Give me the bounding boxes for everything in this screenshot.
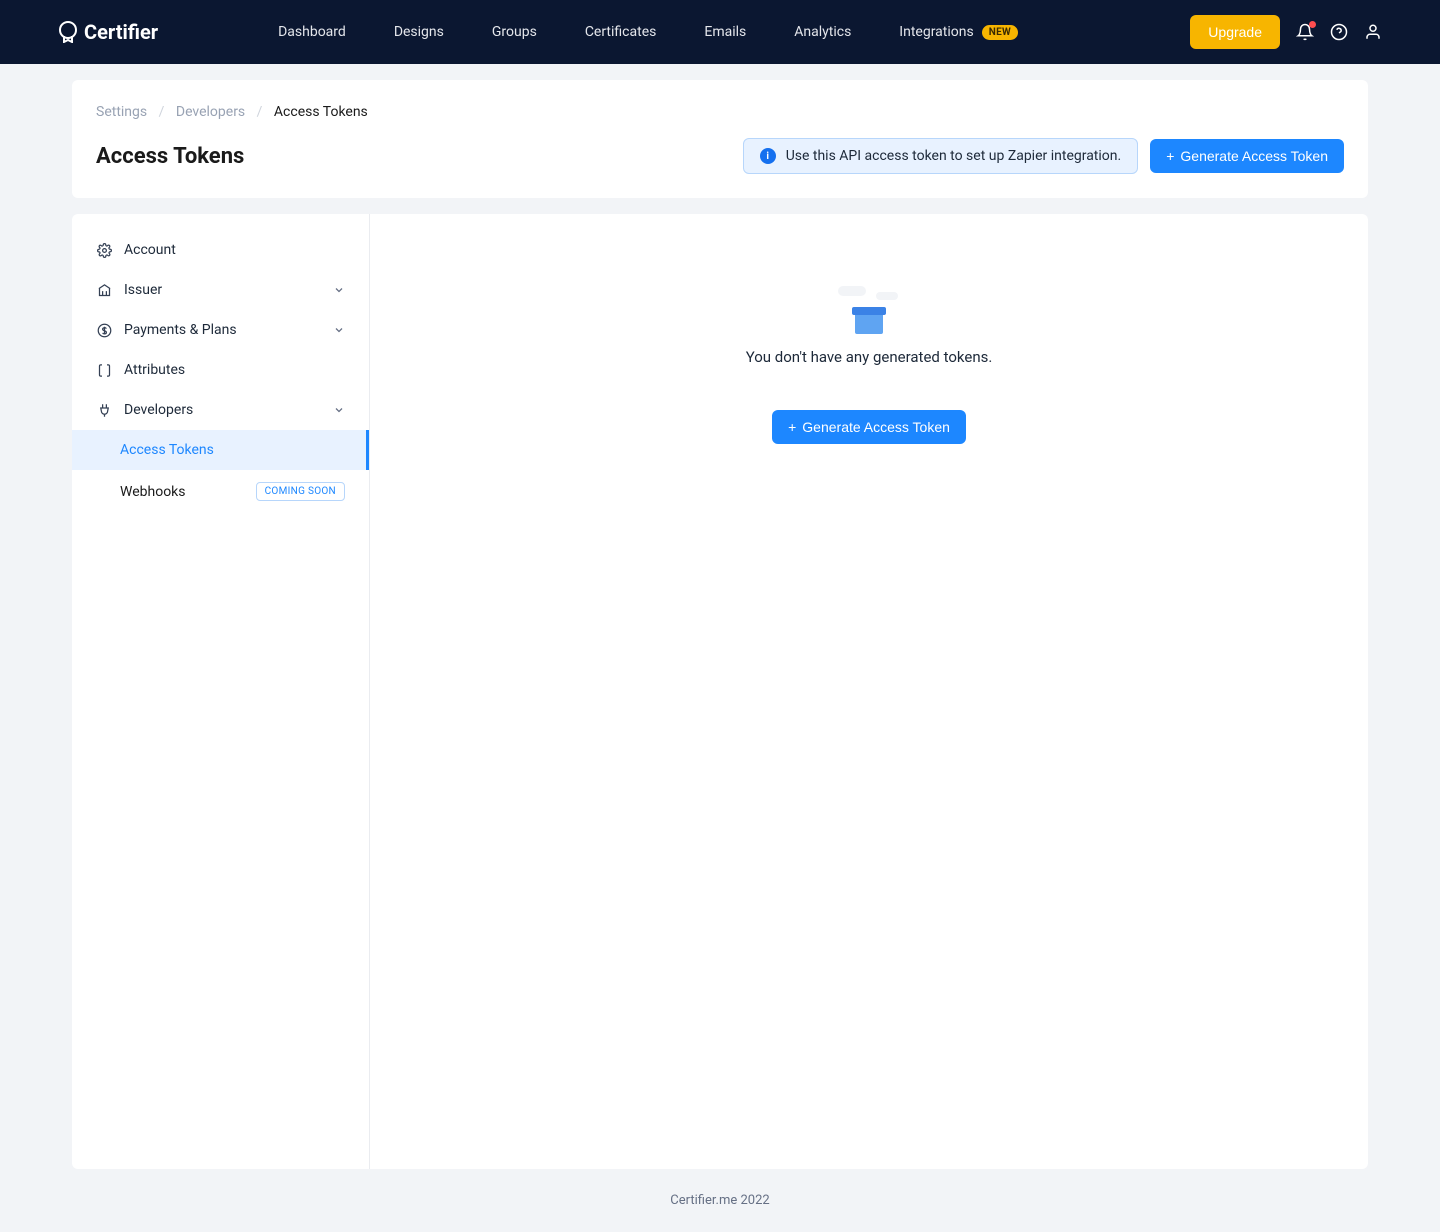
sidebar-item-label: Attributes (124, 362, 185, 378)
sidebar-item-issuer[interactable]: Issuer (72, 270, 369, 310)
sidebar-item-label: Payments & Plans (124, 322, 237, 338)
nav-integrations[interactable]: Integrations NEW (899, 24, 1018, 40)
breadcrumb: Settings / Developers / Access Tokens (96, 104, 1344, 120)
plus-icon: + (788, 420, 796, 434)
sidebar-item-account[interactable]: Account (72, 230, 369, 270)
gear-icon (96, 243, 112, 258)
sidebar-sub-webhooks[interactable]: Webhooks COMING SOON (72, 470, 369, 513)
nav-links: Dashboard Designs Groups Certificates Em… (278, 24, 1190, 40)
info-banner: i Use this API access token to set up Za… (743, 138, 1139, 174)
empty-illustration (834, 284, 904, 334)
footer-text: Certifier.me 2022 (72, 1169, 1368, 1232)
sidebar-item-label: Developers (124, 402, 193, 418)
breadcrumb-settings[interactable]: Settings (96, 104, 147, 120)
plug-icon (96, 403, 112, 418)
brackets-icon (96, 363, 112, 378)
nav-right: Upgrade (1190, 15, 1382, 49)
sidebar-item-label: Webhooks (120, 484, 186, 500)
breadcrumb-developers[interactable]: Developers (176, 104, 245, 120)
nav-emails[interactable]: Emails (704, 24, 746, 40)
brand-logo[interactable]: Certifier (58, 20, 158, 44)
new-badge: NEW (982, 25, 1018, 40)
bank-icon (96, 283, 112, 298)
main-content: You don't have any generated tokens. + G… (370, 214, 1368, 1169)
top-navbar: Certifier Dashboard Designs Groups Certi… (0, 0, 1440, 64)
help-icon[interactable] (1330, 23, 1348, 41)
notifications-icon[interactable] (1296, 23, 1314, 41)
plus-icon: + (1166, 149, 1174, 163)
nav-certificates[interactable]: Certificates (585, 24, 657, 40)
coming-soon-badge: COMING SOON (256, 482, 345, 501)
generate-token-button-empty[interactable]: + Generate Access Token (772, 410, 966, 444)
dollar-icon (96, 323, 112, 338)
nav-designs[interactable]: Designs (394, 24, 444, 40)
empty-state-text: You don't have any generated tokens. (410, 348, 1328, 366)
sidebar-sub-access-tokens[interactable]: Access Tokens (72, 430, 369, 470)
brand-name: Certifier (84, 20, 158, 44)
logo-icon (58, 21, 78, 43)
sidebar-item-label: Access Tokens (120, 442, 214, 458)
info-banner-text: Use this API access token to set up Zapi… (786, 148, 1122, 164)
page-title: Access Tokens (96, 144, 743, 169)
info-icon: i (760, 148, 776, 164)
chevron-down-icon (333, 324, 345, 336)
main-card: Account Issuer Payments & Plans (72, 214, 1368, 1169)
sidebar-item-attributes[interactable]: Attributes (72, 350, 369, 390)
nav-groups[interactable]: Groups (492, 24, 537, 40)
nav-analytics[interactable]: Analytics (794, 24, 851, 40)
breadcrumb-current: Access Tokens (274, 104, 368, 120)
sidebar-item-label: Account (124, 242, 176, 258)
upgrade-button[interactable]: Upgrade (1190, 15, 1280, 49)
sidebar-item-payments[interactable]: Payments & Plans (72, 310, 369, 350)
chevron-down-icon (333, 404, 345, 416)
chevron-down-icon (333, 284, 345, 296)
sidebar-item-developers[interactable]: Developers (72, 390, 369, 430)
notification-dot (1309, 21, 1316, 28)
nav-dashboard[interactable]: Dashboard (278, 24, 346, 40)
box-icon (855, 312, 883, 334)
profile-icon[interactable] (1364, 23, 1382, 41)
page-header-card: Settings / Developers / Access Tokens Ac… (72, 80, 1368, 198)
sidebar-item-label: Issuer (124, 282, 162, 298)
generate-token-button-header[interactable]: + Generate Access Token (1150, 139, 1344, 173)
settings-sidebar: Account Issuer Payments & Plans (72, 214, 370, 1169)
